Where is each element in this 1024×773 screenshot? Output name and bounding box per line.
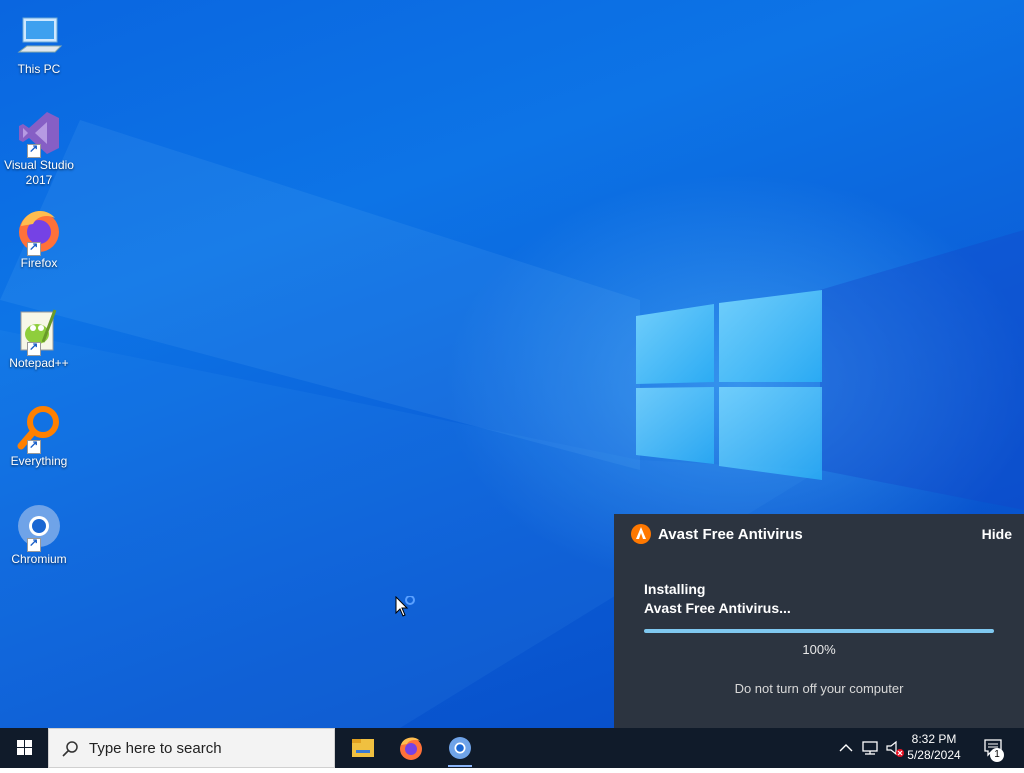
taskbar-chromium[interactable] [436,728,484,768]
install-status-line2: Avast Free Antivirus... [644,600,791,616]
shortcut-arrow-icon [27,142,41,158]
desktop-icon-notepadpp[interactable]: Notepad++ [2,300,76,371]
desktop-icon-chromium[interactable]: Chromium [2,496,76,567]
start-button[interactable] [0,728,48,768]
avast-logo-icon [631,524,651,544]
notepadpp-icon [15,306,63,356]
shortcut-arrow-icon [27,340,41,356]
desktop[interactable]: This PC Visual Studio 2017 Firefox [0,0,1024,728]
install-progress-bar [644,629,994,633]
desktop-icon-label: Everything [10,454,68,468]
avast-notification-title: Avast Free Antivirus [658,526,803,543]
taskbar: Type here to search 8:32 PM 5/28/2024 1 [0,728,1024,768]
search-icon [62,741,78,757]
notification-count-badge: 1 [990,748,1004,762]
hide-button[interactable]: Hide [982,526,1012,542]
desktop-icon-everything[interactable]: Everything [2,398,76,469]
desktop-icon-label: Firefox [20,256,58,270]
chevron-up-icon[interactable] [838,741,854,755]
firefox-icon [15,206,63,256]
clock-time: 8:32 PM [911,732,957,746]
network-icon[interactable] [860,740,880,756]
desktop-icon-label: Notepad++ [9,356,69,370]
desktop-icon-label: Chromium [11,552,67,566]
install-progress-fill [644,629,994,633]
taskbar-clock[interactable]: 8:32 PM 5/28/2024 [902,731,966,763]
file-explorer-icon [352,739,374,757]
shortcut-arrow-icon [27,536,41,552]
install-progress-percent: 100% [802,642,836,657]
windows-logo-wallpaper [636,290,822,480]
desktop-icon-label: Visual Studio 2017 [4,158,74,187]
shortcut-arrow-icon [27,438,41,454]
action-center-button[interactable]: 1 [980,728,1024,768]
desktop-icon-visual-studio[interactable]: Visual Studio 2017 [2,102,76,188]
everything-icon [15,404,63,454]
install-warning-note: Do not turn off your computer [734,681,904,696]
install-status-line1: Installing [644,581,706,597]
computer-icon [15,12,63,60]
search-placeholder: Type here to search [89,740,222,757]
clock-date: 5/28/2024 [907,748,961,762]
avast-install-notification: Avast Free Antivirus Hide Installing Ava… [614,514,1024,728]
taskbar-search-box[interactable]: Type here to search [48,728,335,768]
taskbar-file-explorer[interactable] [339,728,387,768]
chromium-icon [15,502,63,552]
taskbar-firefox[interactable] [387,728,435,768]
firefox-icon [400,737,422,760]
windows-start-icon [17,740,32,755]
desktop-icon-firefox[interactable]: Firefox [2,200,76,271]
busy-cursor-icon [395,596,415,617]
desktop-icon-this-pc[interactable]: This PC [2,6,76,77]
visual-studio-icon [15,108,63,158]
desktop-icon-label: This PC [17,62,61,76]
shortcut-arrow-icon [27,240,41,256]
chromium-icon [448,737,472,767]
